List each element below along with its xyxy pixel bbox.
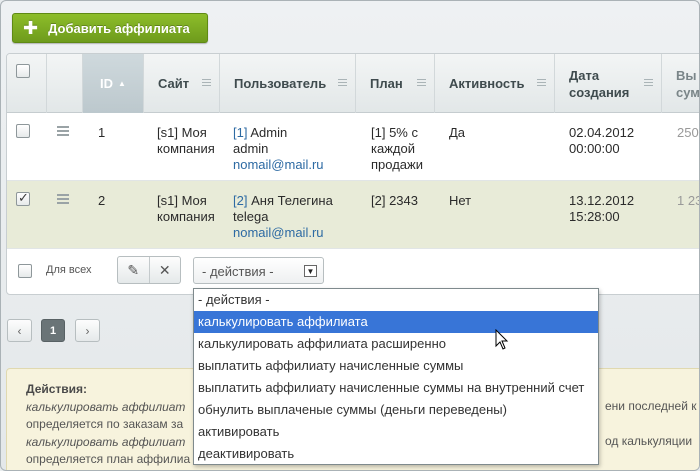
column-user[interactable]: Пользователь [220,54,356,113]
cell-paid: 250 [677,125,699,140]
drag-handle-icon[interactable] [57,194,69,206]
for-all-checkbox[interactable] [18,264,32,278]
column-menu-icon[interactable] [417,79,426,88]
user-id-link[interactable]: [2] [233,193,247,208]
dropdown-option[interactable]: деактивировать [194,443,598,465]
user-email-link[interactable]: nomail@mail.ru [233,225,324,240]
cell-active: Да [449,125,466,140]
table-row[interactable]: 1 [s1] Моя компания [1] Admin admin noma… [7,113,699,181]
column-menu-icon[interactable] [338,79,347,88]
chevron-left-icon: ‹ [17,323,22,338]
column-menu-icon[interactable] [537,79,546,88]
add-affiliate-label: Добавить аффилиата [48,20,190,36]
column-created[interactable]: Дата создания [555,54,662,113]
cell-created: 13.12.2012 15:28:00 [569,193,634,225]
chevron-right-icon: › [85,323,90,338]
column-menu-icon[interactable] [644,79,653,88]
created-date: 02.04.2012 [569,125,635,140]
user-id-link[interactable]: [1] [233,125,247,140]
cell-site: [s1] Моя компания [157,125,215,156]
dropdown-option[interactable]: выплатить аффилиату начисленные суммы на… [194,377,598,399]
user-login: telega [233,209,269,224]
delete-icon[interactable]: ✕ [150,257,181,283]
notes-line-right: од калькуляции [605,434,693,448]
app-window: ✚ Добавить аффилиата ID ▲ Сайт Пользоват… [0,0,700,471]
user-name: Admin [250,125,288,140]
column-id[interactable]: ID ▲ [83,54,144,113]
dropdown-option[interactable]: активировать [194,421,598,443]
column-menu-icon[interactable] [202,79,211,88]
cell-site: [s1] Моя компания [157,193,215,224]
created-date: 13.12.2012 [569,193,635,208]
table-row[interactable]: 2 [s1] Моя компания [2] Аня Телегина tel… [7,181,700,249]
cell-id: 1 [98,125,106,140]
dropdown-option[interactable]: обнулить выплаченые суммы (деньги переве… [194,399,598,421]
mouse-cursor-icon [495,329,509,350]
action-select[interactable]: - действия - ▼ [193,257,324,284]
cell-plan: [1] 5% с каждой продажи [371,125,423,172]
dropdown-option[interactable]: выплатить аффилиату начисленные суммы [194,355,598,377]
column-plan[interactable]: План [356,54,435,113]
page-number-button[interactable]: 1 [41,319,65,342]
cell-active: Нет [449,193,472,208]
column-id-label: ID [100,76,114,91]
select-all-checkbox[interactable] [16,64,30,78]
chevron-down-icon: ▼ [304,265,317,277]
dropdown-option-selected[interactable]: калькулировать аффилиата [194,311,598,333]
drag-header [47,54,83,113]
cell-id: 2 [98,193,106,208]
table-header: ID ▲ Сайт Пользователь План Активность Д… [7,54,700,113]
notes-line-right: ени последней к [605,399,697,413]
column-paid[interactable]: Вы сум [662,54,700,113]
created-time: 00:00:00 [569,141,620,156]
row-checkbox[interactable] [16,190,30,206]
row-checkbox[interactable] [16,124,30,138]
column-active[interactable]: Активность [435,54,555,113]
column-paid-label: Вы сум [676,67,700,100]
cell-paid: 1 23 [677,193,700,208]
cell-created: 02.04.2012 00:00:00 [569,125,634,157]
cell-plan: [2] 2343 [371,193,418,208]
column-site-label: Сайт [158,76,190,91]
edit-icon[interactable]: ✎ [118,257,150,283]
column-site[interactable]: Сайт [144,54,220,113]
column-active-label: Активность [449,76,525,91]
dropdown-option[interactable]: - действия - [194,289,598,311]
user-login: admin [233,141,269,156]
cell-user: [1] Admin admin nomail@mail.ru [233,125,353,173]
column-plan-label: План [370,76,403,91]
add-affiliate-button[interactable]: ✚ Добавить аффилиата [12,13,208,43]
user-name: Аня Телегина [251,193,333,208]
drag-handle-icon[interactable] [57,126,69,138]
user-email-link[interactable]: nomail@mail.ru [233,157,324,172]
next-page-button[interactable]: › [75,319,100,342]
select-all-header [7,54,47,113]
action-select-value: - действия - [202,264,274,279]
plus-icon: ✚ [23,18,39,38]
column-created-label: Дата создания [569,67,630,100]
edit-delete-buttons: ✎ ✕ [117,256,181,284]
for-all-label: Для всех [46,264,92,276]
dropdown-option[interactable]: калькулировать аффилиата расширенно [194,333,598,355]
sort-asc-icon: ▲ [118,79,126,88]
affiliates-table: ID ▲ Сайт Пользователь План Активность Д… [6,53,700,295]
action-dropdown-list: - действия - калькулировать аффилиата ка… [193,288,599,465]
cell-user: [2] Аня Телегина telega nomail@mail.ru [233,193,353,241]
prev-page-button[interactable]: ‹ [7,319,32,342]
created-time: 15:28:00 [569,209,620,224]
column-user-label: Пользователь [234,76,327,91]
